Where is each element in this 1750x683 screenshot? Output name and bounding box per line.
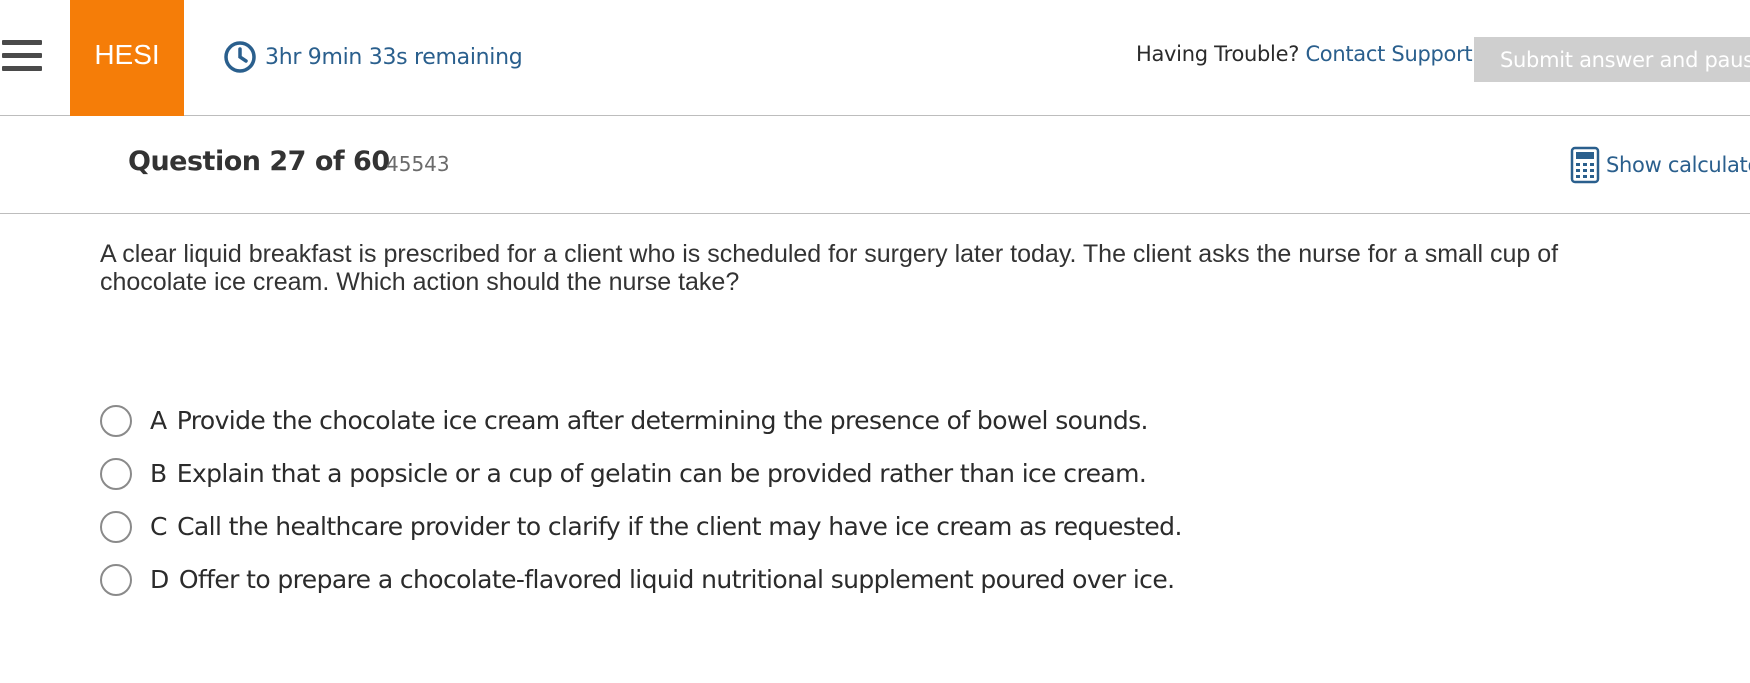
timer-text: 3hr 9min 33s remaining xyxy=(265,44,523,70)
option-b[interactable]: B Explain that a popsicle or a cup of ge… xyxy=(100,447,1182,500)
time-remaining: 3hr 9min 33s remaining xyxy=(223,40,523,74)
trouble-label: Having Trouble? xyxy=(1136,42,1300,66)
support-area: Having Trouble? Contact Support xyxy=(1136,42,1473,66)
question-stem: A clear liquid breakfast is prescribed f… xyxy=(100,240,1559,296)
answer-options: A Provide the chocolate ice cream after … xyxy=(100,394,1182,606)
calculator-icon xyxy=(1570,146,1600,184)
option-text: Provide the chocolate ice cream after de… xyxy=(176,406,1149,435)
radio-button[interactable] xyxy=(100,404,132,437)
clock-icon xyxy=(224,41,256,73)
radio-button[interactable] xyxy=(100,563,132,596)
option-text: Explain that a popsicle or a cup of gela… xyxy=(176,459,1147,488)
brand-logo: HESI xyxy=(70,0,184,116)
option-text: Offer to prepare a chocolate-flavored li… xyxy=(178,565,1175,594)
hamburger-menu-icon[interactable] xyxy=(2,38,42,72)
question-number: Question 27 of 60 xyxy=(128,146,390,177)
option-c[interactable]: C Call the healthcare provider to clarif… xyxy=(100,500,1182,553)
radio-button[interactable] xyxy=(100,510,132,543)
top-bar: HESI 3hr 9min 33s remaining Having Troub… xyxy=(0,0,1750,116)
show-calculator-label[interactable]: Show calculator xyxy=(1606,153,1750,177)
contact-support-link[interactable]: Contact Support xyxy=(1305,42,1472,66)
question-id: 45543 xyxy=(386,152,450,176)
option-letter: D xyxy=(150,565,169,594)
option-d[interactable]: D Offer to prepare a chocolate-flavored … xyxy=(100,553,1182,606)
option-letter: C xyxy=(150,512,168,541)
option-text: Call the healthcare provider to clarify … xyxy=(177,512,1182,541)
show-calculator-button[interactable]: Show calculator xyxy=(1570,146,1750,184)
option-letter: A xyxy=(150,406,167,435)
option-a[interactable]: A Provide the chocolate ice cream after … xyxy=(100,394,1182,447)
question-bar: Question 27 of 60 45543 Show calculator xyxy=(0,116,1750,214)
radio-button[interactable] xyxy=(100,457,132,490)
option-letter: B xyxy=(150,459,167,488)
submit-pause-button[interactable]: Submit answer and pause/l xyxy=(1474,37,1750,82)
